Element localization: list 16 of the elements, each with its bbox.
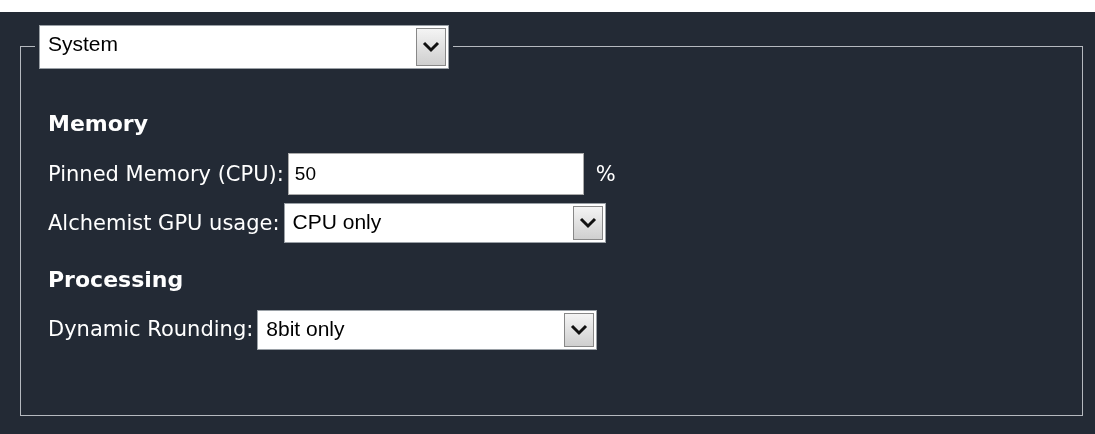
section-dropdown[interactable]: System <box>39 25 449 69</box>
field-label: Dynamic Rounding: <box>48 316 254 344</box>
chevron-down-icon <box>578 217 597 230</box>
section-heading: Processing <box>48 267 185 294</box>
dropdown-arrow-button[interactable] <box>572 206 603 241</box>
section-heading: Memory <box>48 111 150 138</box>
chevron-down-icon <box>570 323 589 336</box>
dropdown[interactable]: CPU only <box>283 203 606 244</box>
dropdown[interactable]: 8bit only <box>257 309 598 350</box>
dropdown-arrow-button[interactable] <box>564 312 595 347</box>
unit-label: % <box>595 160 616 188</box>
field-label: Pinned Memory (CPU): <box>48 160 284 188</box>
chevron-down-icon <box>422 41 440 53</box>
field-label: Alchemist GPU usage: <box>48 209 280 237</box>
input-field[interactable]: 50 <box>287 153 584 196</box>
dropdown-arrow-button[interactable] <box>416 28 446 66</box>
